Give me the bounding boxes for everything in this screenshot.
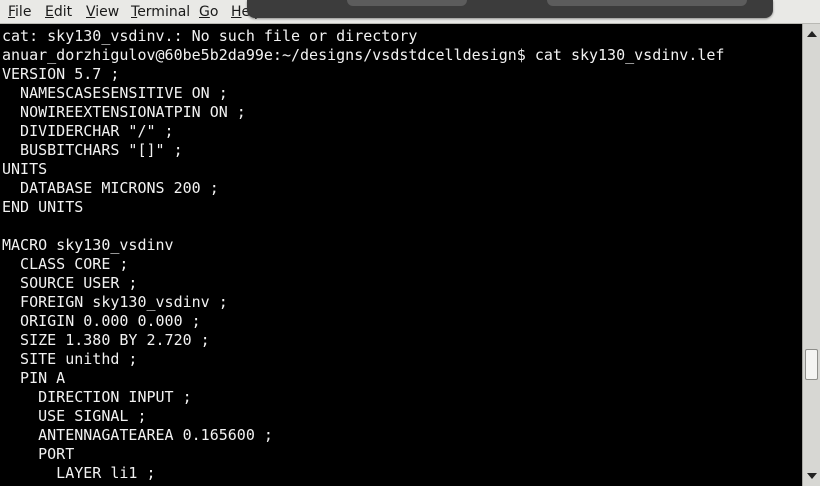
menu-terminal[interactable]: Terminal <box>131 3 190 21</box>
terminal-line: CLASS CORE ; <box>2 255 129 273</box>
terminal-line: ANTENNAGATEAREA 0.165600 ; <box>2 426 273 444</box>
terminal-window: File Edit View Terminal Go Help cat: sky… <box>0 0 820 486</box>
terminal-line: DIRECTION INPUT ; <box>2 388 192 406</box>
title-bar-overlay <box>247 0 773 18</box>
terminal-line: LAYER li1 ; <box>2 464 156 482</box>
terminal-line: MACRO sky130_vsdinv <box>2 236 174 254</box>
terminal-line: VERSION 5.7 ; <box>2 65 120 83</box>
menu-edit[interactable]: Edit <box>45 3 72 21</box>
scroll-up-arrow-icon[interactable] <box>805 27 819 41</box>
terminal-line: USE SIGNAL ; <box>2 407 147 425</box>
terminal-line: PORT <box>2 445 75 463</box>
terminal-line: UNITS <box>2 160 48 178</box>
scroll-down-arrow-icon[interactable] <box>805 469 819 483</box>
menu-file[interactable]: File <box>8 3 31 21</box>
terminal-line: SOURCE USER ; <box>2 274 138 292</box>
terminal-line: NAMESCASESENSITIVE ON ; <box>2 84 228 102</box>
terminal-line: cat: sky130_vsdinv.: No such file or dir… <box>2 27 418 45</box>
terminal-output[interactable]: cat: sky130_vsdinv.: No such file or dir… <box>0 24 802 486</box>
title-text-fragment <box>547 0 747 6</box>
scrollbar-thumb[interactable] <box>805 349 818 380</box>
terminal-line: DIVIDERCHAR "/" ; <box>2 122 174 140</box>
menu-bar: File Edit View Terminal Go Help <box>0 0 820 24</box>
terminal-line: PIN A <box>2 369 66 387</box>
terminal-line: SIZE 1.380 BY 2.720 ; <box>2 331 210 349</box>
terminal-line: DATABASE MICRONS 200 ; <box>2 179 219 197</box>
terminal-line: ORIGIN 0.000 0.000 ; <box>2 312 201 330</box>
terminal-line: SITE unithd ; <box>2 350 138 368</box>
terminal-line: END UNITS <box>2 198 84 216</box>
vertical-scrollbar[interactable] <box>802 24 820 486</box>
terminal-line: FOREIGN sky130_vsdinv ; <box>2 293 228 311</box>
title-text-fragment <box>347 0 467 6</box>
menu-go[interactable]: Go <box>199 3 218 21</box>
terminal-line: BUSBITCHARS "[]" ; <box>2 141 183 159</box>
terminal-line: NOWIREEXTENSIONATPIN ON ; <box>2 103 246 121</box>
menu-view[interactable]: View <box>86 3 119 21</box>
terminal-line: anuar_dorzhigulov@60be5b2da99e:~/designs… <box>2 46 725 64</box>
